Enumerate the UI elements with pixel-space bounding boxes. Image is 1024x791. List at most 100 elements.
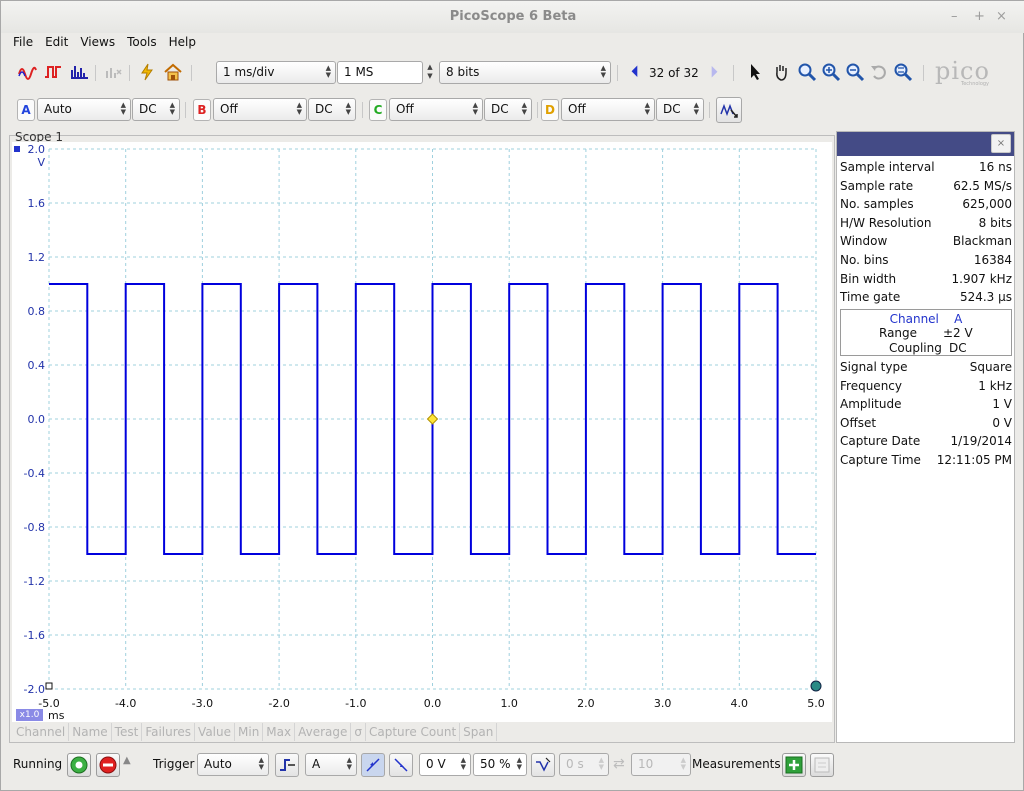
channel-b-range-select[interactable]: Off ▲ ▼ bbox=[213, 98, 307, 121]
zoom-to-fit-icon[interactable] bbox=[893, 62, 913, 82]
pointer-tool-icon[interactable] bbox=[745, 62, 765, 82]
y-tick-label: -0.4 bbox=[24, 467, 45, 480]
rising-edge-button[interactable] bbox=[361, 753, 385, 777]
property-label: Bin width bbox=[840, 271, 897, 286]
advanced-trigger-button[interactable] bbox=[275, 753, 299, 777]
trigger-delay-button[interactable] bbox=[531, 753, 555, 777]
channel-c-range-select[interactable]: Off ▲ ▼ bbox=[389, 98, 483, 121]
channel-c-range-value: Off bbox=[396, 102, 414, 116]
spin-arrows-icon: ▲ ▼ bbox=[472, 101, 478, 116]
add-measurement-button[interactable] bbox=[782, 753, 806, 777]
property-label: Capture Time bbox=[840, 453, 921, 467]
menu-tools[interactable]: Tools bbox=[127, 35, 157, 53]
property-row: Sample rate 62.5 MS/s bbox=[840, 179, 1012, 197]
menu-file[interactable]: File bbox=[13, 35, 33, 53]
edit-measurement-button[interactable] bbox=[810, 753, 834, 777]
spin-arrows-icon: ▲ ▼ bbox=[169, 101, 175, 116]
measurements-column-header[interactable]: Average bbox=[295, 723, 352, 741]
pre-trigger-input[interactable]: 50 % ▲ ▼ bbox=[473, 753, 527, 776]
channel-info-box: Channel A Range ±2 V Coupling DC bbox=[840, 309, 1012, 356]
measurements-column-header[interactable]: Max bbox=[263, 723, 296, 741]
trigger-level-input[interactable]: 0 V ▲ ▼ bbox=[419, 753, 471, 776]
y-tick-label: 0.8 bbox=[28, 305, 46, 318]
channel-a-label[interactable]: A bbox=[17, 99, 35, 121]
x-tick-label: 0.0 bbox=[424, 697, 442, 710]
property-value: 524.3 µs bbox=[959, 290, 1012, 305]
auto-setup-icon[interactable] bbox=[137, 62, 157, 82]
measurements-column-header[interactable]: Test bbox=[112, 723, 143, 741]
falling-edge-button[interactable] bbox=[389, 753, 413, 777]
measurements-column-header[interactable]: Span bbox=[460, 723, 498, 741]
buffer-next-icon[interactable]: ⏵ bbox=[704, 62, 724, 82]
spin-arrows-icon: ▲ ▼ bbox=[345, 101, 351, 116]
channel-a-range-select[interactable]: Auto ▲ ▼ bbox=[37, 98, 131, 121]
channel-b-label[interactable]: B bbox=[193, 99, 211, 121]
menu-edit[interactable]: Edit bbox=[45, 35, 68, 53]
measurements-column-header[interactable]: Capture Count bbox=[366, 723, 461, 741]
channel-coupling-value: DC bbox=[949, 341, 967, 355]
x-tick-label: -4.0 bbox=[115, 697, 136, 710]
home-icon[interactable] bbox=[163, 62, 183, 82]
persistence-mode-icon[interactable] bbox=[43, 62, 63, 82]
channel-d-label[interactable]: D bbox=[541, 99, 559, 121]
property-value: 16384 bbox=[973, 253, 1012, 267]
measurements-column-header[interactable]: Value bbox=[195, 723, 235, 741]
start-button[interactable] bbox=[67, 753, 91, 777]
close-panel-icon[interactable]: × bbox=[991, 134, 1011, 153]
y-tick-label: 0.0 bbox=[28, 413, 46, 426]
resolution-select[interactable]: 8 bits ▲ ▼ bbox=[439, 61, 611, 84]
pico-logo-subtitle: Technology bbox=[961, 81, 990, 87]
measurements-column-header[interactable]: Min bbox=[235, 723, 264, 741]
hysteresis-icon[interactable]: ⇄ bbox=[613, 756, 625, 772]
channel-a-coupling-value: DC bbox=[139, 102, 157, 116]
measurements-column-header[interactable]: Channel bbox=[13, 723, 70, 741]
spin-arrows-icon: ▲ ▼ bbox=[680, 756, 686, 771]
app-window: PicoScope 6 Beta – + × File Edit Views T… bbox=[0, 0, 1024, 791]
property-label: No. bins bbox=[840, 253, 889, 267]
properties-panel: × Sample interval 16 ns Sample rate 62.5 MS… bbox=[836, 131, 1015, 743]
close-button[interactable]: × bbox=[996, 9, 1007, 24]
menu-views[interactable]: Views bbox=[80, 35, 115, 53]
zoom-out-icon[interactable] bbox=[845, 62, 865, 82]
channel-a-coupling-select[interactable]: DC ▲ ▼ bbox=[132, 98, 180, 121]
measurements-column-header[interactable]: Name bbox=[69, 723, 112, 741]
trigger-channel-select[interactable]: A ▲ ▼ bbox=[305, 753, 357, 776]
run-options-triangle-icon[interactable]: ▲ bbox=[123, 755, 131, 766]
scope-plot[interactable]: 2.0 1.6 1.2 0.8 0.4 0.0 -0.4 -0.8 -1.2 -1.6 -2.0 V -… bbox=[12, 142, 832, 722]
serial-decode-icon[interactable] bbox=[103, 62, 123, 82]
buffer-previous-icon[interactable]: ⏴ bbox=[625, 62, 645, 82]
spectrum-mode-icon[interactable] bbox=[69, 62, 89, 82]
toolbar-separator bbox=[362, 102, 363, 118]
zoom-in-icon[interactable] bbox=[821, 62, 841, 82]
scope-mode-icon[interactable] bbox=[17, 62, 37, 82]
measurements-column-header[interactable]: Failures bbox=[142, 723, 196, 741]
channel-c-coupling-select[interactable]: DC ▲ ▼ bbox=[484, 98, 532, 121]
trigger-mode-select[interactable]: Auto ▲ ▼ bbox=[197, 753, 269, 776]
channel-c-label[interactable]: C bbox=[369, 99, 387, 121]
trigger-count-input[interactable]: 10 ▲ ▼ bbox=[631, 753, 691, 776]
samples-input[interactable]: 1 MS bbox=[337, 61, 423, 84]
zoom-region-icon[interactable] bbox=[797, 62, 817, 82]
status-bar: Running ▲ Trigger Auto ▲▼ A ▲▼ 0 V ▲▼ bbox=[9, 749, 1015, 781]
undo-zoom-icon[interactable] bbox=[869, 62, 889, 82]
channel-b-coupling-select[interactable]: DC ▲ ▼ bbox=[308, 98, 356, 121]
channel-d-range-select[interactable]: Off ▲ ▼ bbox=[561, 98, 655, 121]
measurements-column-header[interactable]: σ bbox=[351, 723, 366, 741]
measurements-table-header: Channel Name Test Failures Value Min Max Averag… bbox=[13, 723, 833, 741]
resolution-value: 8 bits bbox=[446, 65, 480, 79]
property-row: Signal type Square bbox=[840, 360, 1012, 378]
timebase-select[interactable]: 1 ms/div ▲ ▼ bbox=[216, 61, 336, 84]
stop-button[interactable] bbox=[96, 753, 120, 777]
samples-spinner[interactable]: ▲ ▼ bbox=[423, 61, 437, 84]
channel-options-button[interactable] bbox=[716, 97, 742, 123]
trigger-delay-input[interactable]: 0 s ▲ ▼ bbox=[559, 753, 609, 776]
maximize-button[interactable]: + bbox=[974, 9, 985, 24]
x-tick-label: -1.0 bbox=[345, 697, 366, 710]
minimize-button[interactable]: – bbox=[951, 9, 958, 24]
trigger-channel-value: A bbox=[312, 757, 321, 771]
menu-help[interactable]: Help bbox=[169, 35, 196, 53]
hand-tool-icon[interactable] bbox=[771, 62, 791, 82]
start-icon bbox=[70, 756, 88, 774]
channel-d-coupling-select[interactable]: DC ▲ ▼ bbox=[656, 98, 704, 121]
property-row: Offset 0 V bbox=[840, 416, 1012, 434]
